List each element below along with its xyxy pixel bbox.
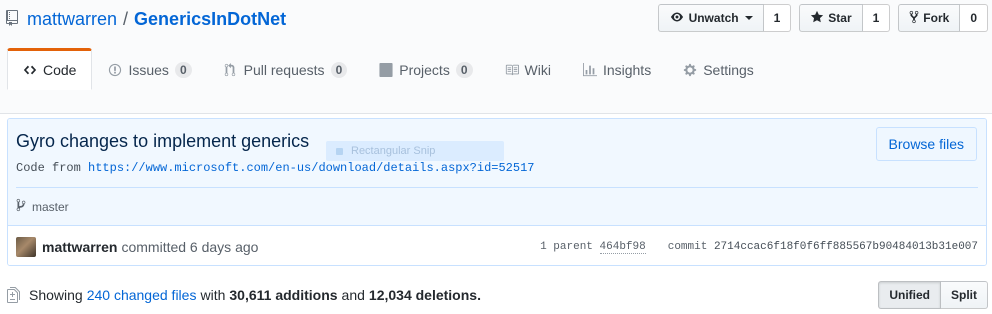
star-button[interactable]: Star [799,4,863,32]
toc-and: and [341,287,365,303]
path-separator: / [123,8,129,29]
star-label: Star [828,11,852,25]
repo-owner-link[interactable]: mattwarren [27,9,117,30]
parent-info: 1 parent 464bf98 [540,240,646,254]
parent-sha-link[interactable]: 464bf98 [599,240,646,254]
commit-sha: 2714ccac6f18f0f6ff885567b90484013b31e007 [713,240,978,253]
tab-settings[interactable]: Settings [667,48,770,89]
unwatch-label: Unwatch [688,11,739,25]
split-view-button[interactable]: Split [941,281,988,309]
repo-actions: Unwatch 1 Star 1 Fork 0 [657,4,988,32]
book-icon [505,63,519,77]
tab-wiki[interactable]: Wiki [489,48,567,89]
unified-view-button[interactable]: Unified [878,281,941,309]
tab-issues[interactable]: Issues 0 [92,48,207,89]
repo-nav: Code Issues 0 Pull requests 0 Projects 0 [7,48,770,90]
code-icon [23,63,37,77]
browse-files-button[interactable]: Browse files [875,127,977,161]
branch-row: master [16,187,978,225]
chevron-down-icon [744,16,753,20]
git-pull-request-icon [224,62,238,77]
snip-icon [336,147,343,155]
toc-with: with [200,287,226,303]
issue-icon [108,63,122,77]
tab-code[interactable]: Code [7,48,93,90]
tab-projects-label: Projects [399,61,450,78]
eye-icon [669,11,685,26]
commit-info: commit 2714ccac6f18f0f6ff885567b90484013… [668,241,978,253]
commit-description: Code from https://www.microsoft.com/en-u… [16,161,535,175]
diff-view-toggle: Unified Split [878,281,988,309]
gear-icon [683,63,697,77]
fork-label: Fork [923,11,950,25]
commit-label: commit [667,240,708,253]
tab-settings-label: Settings [703,61,754,78]
forks-count[interactable]: 0 [960,4,988,32]
commit-title: Gyro changes to implement generics [16,131,310,151]
star-group: Star 1 [799,4,891,32]
deletions-count: 12,034 deletions. [368,287,481,303]
toc-showing: Showing [29,287,83,303]
changed-files-link[interactable]: 240 changed files [87,287,197,303]
unwatch-button[interactable]: Unwatch [657,4,764,32]
commit-author-link[interactable]: mattwarren [42,239,117,255]
watch-group: Unwatch 1 [657,4,792,32]
watchers-count[interactable]: 1 [763,4,792,32]
issues-counter: 0 [174,61,192,78]
rectangular-snip-overlay: Rectangular Snip [326,141,504,161]
branch-icon [16,198,26,215]
tab-insights-label: Insights [602,61,652,78]
avatar[interactable] [16,236,36,257]
repo-title: mattwarren / GenericsInDotNet [6,6,286,32]
commit-box: Gyro changes to implement generics Recta… [7,118,987,266]
tab-code-label: Code [43,62,77,78]
projects-counter: 0 [455,61,473,78]
graph-icon [582,62,597,77]
branch-name[interactable]: master [32,200,69,214]
star-icon [810,10,824,27]
parent-label: 1 parent [540,240,593,253]
additions-count: 30,611 additions [229,287,338,303]
tab-pull-requests[interactable]: Pull requests 0 [208,48,364,89]
file-diff-icon [7,287,21,303]
tab-projects[interactable]: Projects 0 [363,48,488,89]
tab-issues-label: Issues [128,61,169,78]
commit-description-link[interactable]: https://www.microsoft.com/en-us/download… [88,161,534,175]
project-icon [379,62,393,77]
fork-button[interactable]: Fork [898,4,961,32]
fork-group: Fork 0 [898,4,988,32]
commit-sha-block: 1 parent 464bf98 commit 2714ccac6f18f0f6… [540,240,978,254]
diff-summary: Showing 240 changed files with 30,611 ad… [7,284,481,306]
commit-meta: mattwarren committed 6 days ago 1 parent… [8,225,986,265]
tab-insights[interactable]: Insights [567,48,667,89]
repo-icon [6,10,20,28]
committed-time: committed 6 days ago [121,238,259,255]
fork-icon [909,10,919,27]
pulls-counter: 0 [330,61,348,78]
tab-wiki-label: Wiki [524,61,551,78]
commit-description-prefix: Code from [16,161,89,175]
repo-name-link[interactable]: GenericsInDotNet [134,9,286,30]
stargazers-count[interactable]: 1 [862,4,891,32]
snip-label: Rectangular Snip [351,145,436,157]
tab-pull-requests-label: Pull requests [243,61,325,78]
commit-header: Gyro changes to implement generics Recta… [8,119,986,225]
repo-header: mattwarren / GenericsInDotNet Unwatch 1 … [0,0,992,114]
